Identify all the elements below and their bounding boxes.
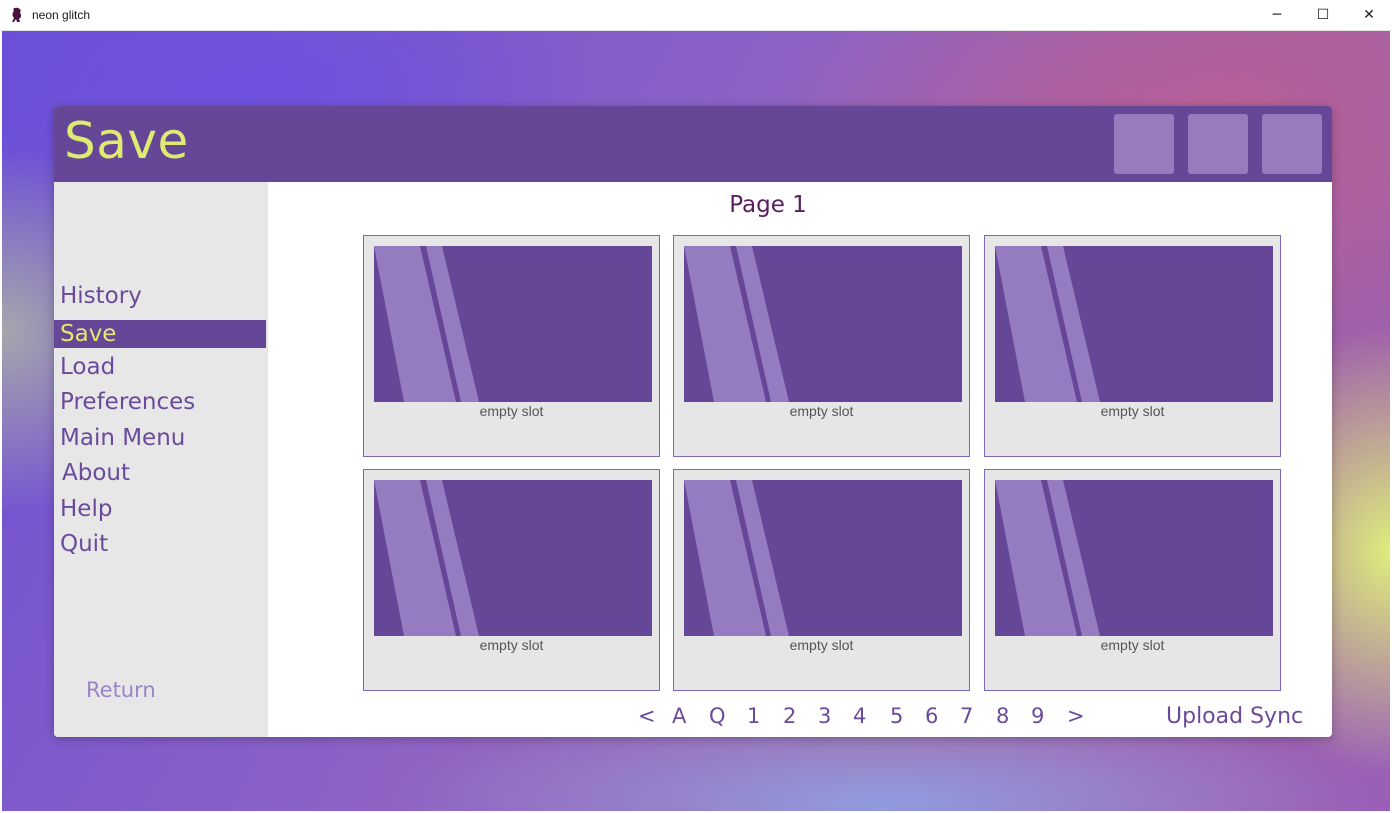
pager-page-5[interactable]: 5 bbox=[890, 704, 903, 730]
save-slot-6[interactable]: empty slot bbox=[984, 469, 1281, 691]
nav-item-save[interactable]: Save bbox=[54, 320, 266, 348]
slot-thumbnail bbox=[374, 480, 652, 636]
pager-page-1[interactable]: 1 bbox=[747, 704, 760, 730]
slot-label: empty slot bbox=[1100, 403, 1165, 419]
slot-thumbnail bbox=[684, 246, 962, 402]
pager-page-3[interactable]: 3 bbox=[818, 704, 831, 730]
slot-label: empty slot bbox=[1100, 637, 1165, 653]
pager-auto-button[interactable]: A bbox=[672, 704, 686, 730]
slot-label: empty slot bbox=[789, 637, 854, 653]
nav-item-main-menu[interactable]: Main Menu bbox=[54, 424, 266, 452]
close-button[interactable]: ✕ bbox=[1346, 0, 1392, 30]
pager-quick-button[interactable]: Q bbox=[709, 704, 726, 730]
window-titlebar: neon glitch ─ ☐ ✕ bbox=[0, 0, 1392, 31]
page-title: Page 1 bbox=[729, 192, 807, 218]
nav-item-help[interactable]: Help bbox=[54, 495, 266, 523]
maximize-icon: ☐ bbox=[1316, 7, 1330, 23]
pager-page-2[interactable]: 2 bbox=[783, 704, 796, 730]
nav-item-load[interactable]: Load bbox=[54, 353, 266, 381]
app-icon bbox=[12, 7, 22, 22]
pager-page-8[interactable]: 8 bbox=[996, 704, 1009, 730]
slot-label: empty slot bbox=[479, 403, 544, 419]
header-button-3[interactable] bbox=[1262, 114, 1322, 174]
minimize-icon: ─ bbox=[1272, 7, 1282, 23]
pager-page-7[interactable]: 7 bbox=[960, 704, 973, 730]
minimize-button[interactable]: ─ bbox=[1254, 0, 1300, 30]
pager-page-6[interactable]: 6 bbox=[925, 704, 938, 730]
save-slot-5[interactable]: empty slot bbox=[673, 469, 970, 691]
screen-title: Save bbox=[64, 112, 189, 170]
nav-item-history[interactable]: History bbox=[54, 282, 266, 310]
window-title: neon glitch bbox=[32, 8, 91, 22]
slot-label: empty slot bbox=[479, 637, 544, 653]
slot-label: empty slot bbox=[789, 403, 854, 419]
panel-header: Save bbox=[54, 106, 1332, 182]
upload-sync-button[interactable]: Upload Sync bbox=[1166, 704, 1303, 729]
slot-thumbnail bbox=[995, 480, 1273, 636]
nav-item-quit[interactable]: Quit bbox=[54, 530, 266, 558]
maximize-button[interactable]: ☐ bbox=[1300, 0, 1346, 30]
save-slot-1[interactable]: empty slot bbox=[363, 235, 660, 457]
pager-prev-button[interactable]: < bbox=[638, 704, 656, 730]
header-button-1[interactable] bbox=[1114, 114, 1174, 174]
save-slot-4[interactable]: empty slot bbox=[363, 469, 660, 691]
nav-item-about[interactable]: About bbox=[54, 459, 266, 487]
save-panel: Save History Save Load Preferences Main … bbox=[54, 106, 1332, 737]
slot-thumbnail bbox=[995, 246, 1273, 402]
navigation-sidebar: History Save Load Preferences Main Menu … bbox=[54, 182, 268, 737]
return-button[interactable]: Return bbox=[86, 678, 156, 702]
pager-page-4[interactable]: 4 bbox=[853, 704, 866, 730]
save-slot-2[interactable]: empty slot bbox=[673, 235, 970, 457]
pager-next-button[interactable]: > bbox=[1067, 704, 1085, 730]
nav-item-preferences[interactable]: Preferences bbox=[54, 388, 266, 416]
close-icon: ✕ bbox=[1363, 7, 1375, 23]
slot-thumbnail bbox=[374, 246, 652, 402]
header-button-2[interactable] bbox=[1188, 114, 1248, 174]
slot-thumbnail bbox=[684, 480, 962, 636]
pager-page-9[interactable]: 9 bbox=[1031, 704, 1044, 730]
save-slot-3[interactable]: empty slot bbox=[984, 235, 1281, 457]
